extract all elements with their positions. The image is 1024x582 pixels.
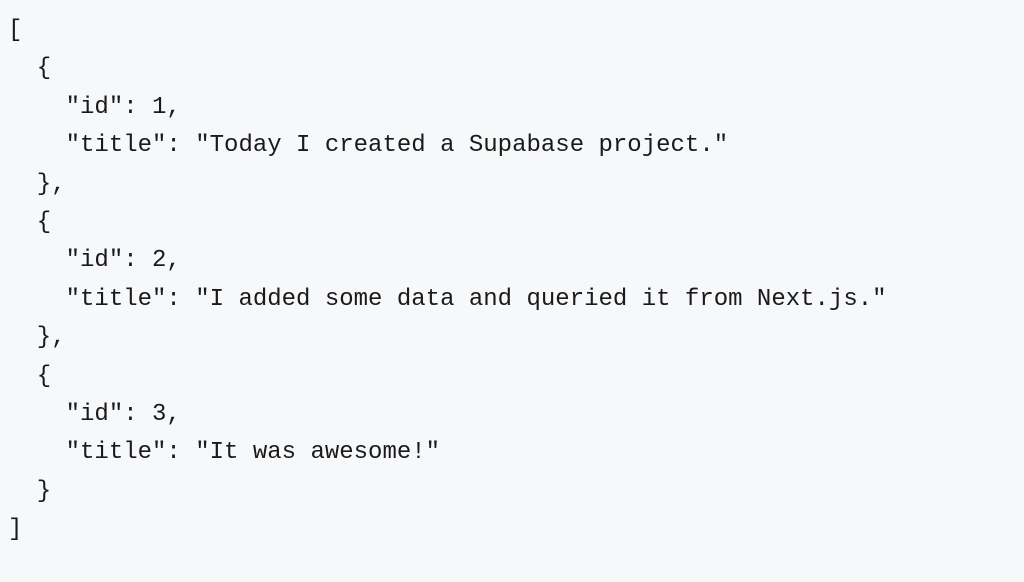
code-line: {: [8, 358, 1016, 396]
code-line: {: [8, 204, 1016, 242]
code-line: ]: [8, 511, 1016, 549]
code-line: "title": "It was awesome!": [8, 434, 1016, 472]
code-line: },: [8, 166, 1016, 204]
code-line: "id": 1,: [8, 89, 1016, 127]
code-block: [ { "id": 1, "title": "Today I created a…: [8, 12, 1016, 549]
code-line: "id": 2,: [8, 242, 1016, 280]
code-line: {: [8, 50, 1016, 88]
code-line: "id": 3,: [8, 396, 1016, 434]
code-line: "title": "I added some data and queried …: [8, 281, 1016, 319]
code-line: }: [8, 473, 1016, 511]
code-line: },: [8, 319, 1016, 357]
code-line: "title": "Today I created a Supabase pro…: [8, 127, 1016, 165]
code-line: [: [8, 12, 1016, 50]
